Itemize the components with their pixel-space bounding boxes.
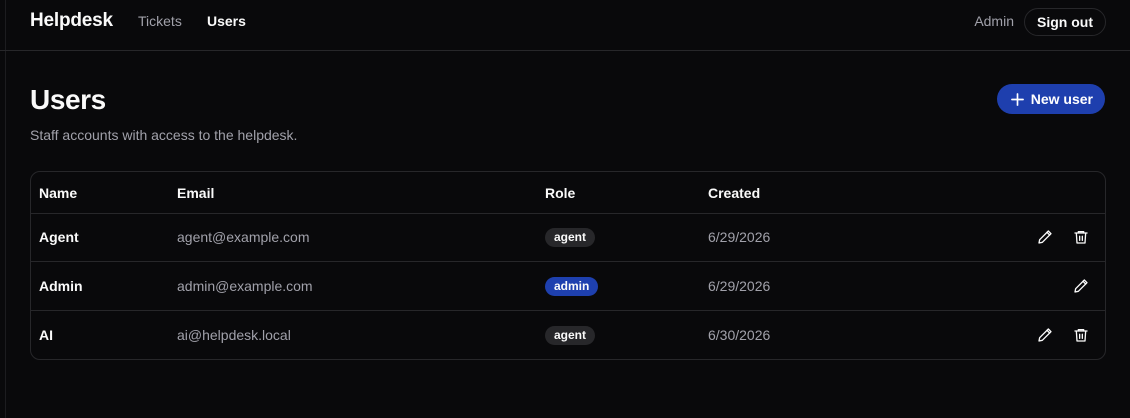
nav-users-link[interactable]: Users bbox=[207, 13, 246, 29]
pencil-icon bbox=[1038, 328, 1052, 342]
trash-icon bbox=[1074, 329, 1088, 342]
role-cell: agent bbox=[545, 213, 596, 261]
new-user-label: New user bbox=[1030, 91, 1093, 107]
role-badge: agent bbox=[545, 325, 596, 345]
role-badge: admin bbox=[545, 276, 599, 296]
created-date-cell: 6/29/2026 bbox=[708, 278, 771, 294]
page-edge-divider bbox=[5, 0, 6, 418]
table-header-row: Name Email Role Created bbox=[31, 172, 1105, 214]
new-user-button[interactable]: New user bbox=[996, 84, 1105, 114]
page-subtitle: Staff accounts with access to the helpde… bbox=[30, 127, 298, 143]
table-row: Agent agent@example.com agent 6/29/2026 bbox=[31, 213, 1105, 262]
pencil-icon bbox=[1074, 279, 1088, 293]
table-row: Admin admin@example.com admin 6/29/2026 bbox=[31, 262, 1105, 311]
column-header-created: Created bbox=[708, 184, 761, 201]
user-name-cell: Agent bbox=[39, 229, 79, 245]
sign-out-button[interactable]: Sign out bbox=[1024, 8, 1106, 36]
column-header-role: Role bbox=[545, 184, 576, 201]
role-cell: admin bbox=[545, 262, 599, 310]
brand-logo-text: Helpdesk bbox=[30, 10, 113, 31]
page-title: Users bbox=[30, 84, 106, 115]
delete-user-button[interactable] bbox=[1071, 325, 1091, 345]
user-email-cell: agent@example.com bbox=[177, 229, 310, 245]
column-header-email: Email bbox=[177, 184, 215, 201]
current-user-name: Admin bbox=[974, 13, 1014, 29]
edit-user-button[interactable] bbox=[1071, 276, 1091, 296]
created-date-cell: 6/30/2026 bbox=[708, 327, 771, 343]
role-badge: agent bbox=[545, 227, 596, 247]
plus-icon bbox=[1010, 92, 1024, 106]
pencil-icon bbox=[1038, 230, 1052, 244]
role-cell: agent bbox=[545, 311, 596, 359]
created-date-cell: 6/29/2026 bbox=[708, 229, 771, 245]
user-name-cell: Admin bbox=[39, 278, 83, 294]
column-header-name: Name bbox=[39, 184, 78, 201]
edit-user-button[interactable] bbox=[1035, 227, 1055, 247]
user-name-cell: AI bbox=[39, 327, 53, 343]
nav-tickets-link[interactable]: Tickets bbox=[138, 13, 182, 29]
top-navigation-bar: Helpdesk Tickets Users Admin Sign out bbox=[0, 0, 1130, 51]
delete-user-button[interactable] bbox=[1071, 227, 1091, 247]
user-email-cell: admin@example.com bbox=[177, 278, 313, 294]
edit-user-button[interactable] bbox=[1035, 325, 1055, 345]
user-email-cell: ai@helpdesk.local bbox=[177, 327, 291, 343]
table-row: AI ai@helpdesk.local agent 6/30/2026 bbox=[31, 311, 1105, 359]
trash-icon bbox=[1074, 231, 1088, 244]
users-table: Name Email Role Created Agent agent@exam… bbox=[30, 171, 1106, 360]
